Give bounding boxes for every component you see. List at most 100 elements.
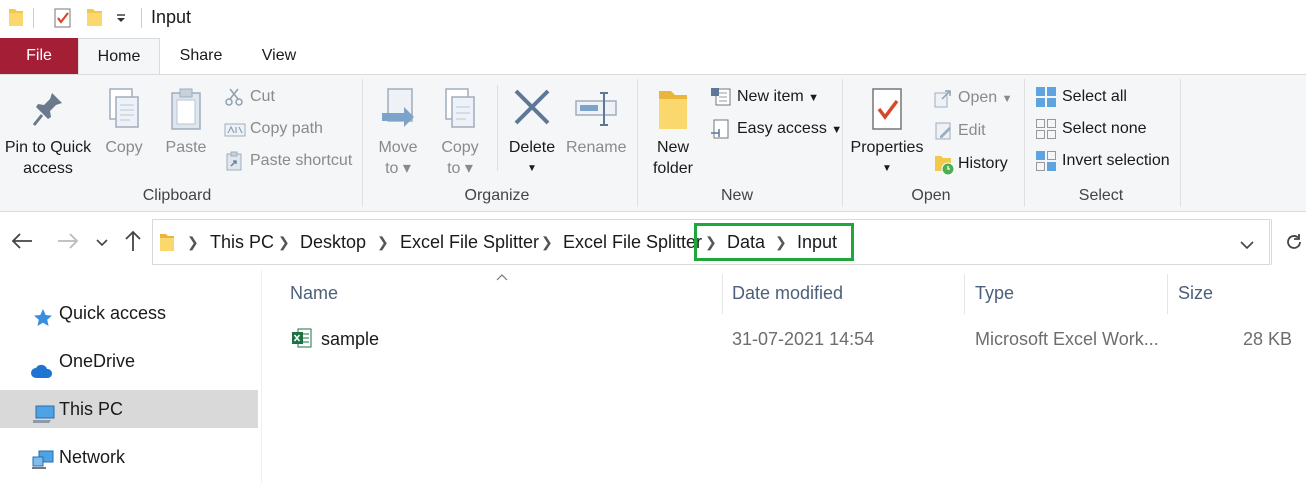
file-name[interactable]: sample	[321, 326, 379, 352]
ribbon: Pin to Quick access Copy Paste Cut Copy …	[0, 74, 1306, 212]
new-folder-quick-icon[interactable]	[86, 7, 104, 32]
network-icon	[31, 446, 55, 484]
divider	[497, 85, 498, 171]
up-arrow-icon[interactable]	[123, 229, 143, 258]
rename-button[interactable]: Rename	[566, 85, 626, 158]
pin-icon	[2, 89, 94, 137]
organize-group-label: Organize	[464, 187, 530, 204]
cloud-icon	[30, 354, 54, 392]
nav-this-pc[interactable]: This PC	[0, 390, 258, 428]
back-arrow-icon[interactable]	[10, 231, 34, 256]
breadcrumb-desktop[interactable]: Desktop	[300, 220, 366, 264]
move-to-button[interactable]: Move to ▾	[370, 85, 426, 179]
easy-access-icon	[710, 119, 730, 148]
table-row[interactable]: sample 31-07-2021 14:54 Microsoft Excel …	[262, 270, 1306, 370]
breadcrumb-input[interactable]: Input	[797, 220, 837, 264]
paste-shortcut-label: Paste shortcut	[250, 152, 353, 169]
folder-icon	[8, 7, 24, 32]
delete-x-icon	[506, 85, 558, 137]
breadcrumb-excel-file-splitter-2[interactable]: Excel File Splitter	[563, 220, 702, 264]
title-bar: Input	[0, 0, 1306, 38]
group-separator	[1180, 79, 1181, 207]
breadcrumb-chevron-icon[interactable]: ❯	[775, 220, 787, 264]
window-title: Input	[151, 7, 192, 27]
group-separator	[362, 79, 363, 207]
paste-shortcut-icon	[225, 151, 243, 180]
address-box[interactable]: ❯ This PC ❯ Desktop ❯ Excel File Splitte…	[152, 219, 1270, 265]
forward-arrow-icon[interactable]	[56, 231, 80, 256]
select-all-label: Select all	[1062, 88, 1127, 105]
copy-path-icon	[224, 121, 246, 147]
refresh-icon[interactable]	[1284, 232, 1304, 257]
new-folder-label-2: folder	[652, 160, 694, 177]
pin-label-1: Pin to Quick	[4, 139, 92, 156]
group-separator	[842, 79, 843, 207]
tab-view[interactable]: View	[240, 38, 318, 74]
move-to-icon	[370, 85, 426, 137]
delete-button[interactable]: Delete ▼	[506, 85, 558, 179]
edit-label: Edit	[958, 122, 986, 139]
nav-this-pc-label: This PC	[59, 399, 124, 419]
copy-button[interactable]: Copy	[98, 85, 150, 158]
tab-home[interactable]: Home	[78, 38, 160, 75]
copy-to-icon	[434, 85, 486, 137]
navigation-pane: Quick access OneDrive This PC Network	[0, 270, 262, 483]
clipboard-group-label: Clipboard	[142, 187, 212, 204]
rename-icon	[566, 85, 626, 137]
new-folder-label-1: New	[656, 139, 689, 156]
copy-to-label-2: to ▾	[447, 160, 473, 177]
select-none-label: Select none	[1062, 120, 1147, 137]
breadcrumb-chevron-icon[interactable]: ❯	[187, 220, 199, 264]
edit-icon	[934, 121, 954, 150]
file-date-modified: 31-07-2021 14:54	[732, 329, 875, 349]
invert-selection-icon	[1035, 150, 1057, 181]
file-type: Microsoft Excel Work...	[975, 329, 1159, 349]
computer-icon	[32, 399, 56, 437]
nav-onedrive-label: OneDrive	[59, 351, 136, 371]
properties-quick-icon[interactable]	[53, 7, 73, 34]
properties-button[interactable]: Properties ▼	[848, 85, 926, 179]
nav-onedrive[interactable]: OneDrive	[0, 342, 258, 380]
nav-quick-access[interactable]: Quick access	[0, 294, 258, 332]
file-size: 28 KB	[1242, 329, 1292, 349]
nav-network-label: Network	[59, 447, 126, 467]
tab-share[interactable]: Share	[162, 38, 240, 74]
breadcrumb-excel-file-splitter[interactable]: Excel File Splitter	[400, 220, 539, 264]
history-label: History	[958, 155, 1008, 172]
breadcrumb-chevron-icon[interactable]: ❯	[541, 220, 553, 264]
breadcrumb-chevron-icon[interactable]: ❯	[705, 220, 717, 264]
move-to-label-1: Move	[378, 139, 418, 156]
open-icon	[934, 88, 954, 117]
select-none-icon	[1035, 118, 1057, 149]
recent-locations-chevron-icon[interactable]	[95, 235, 109, 253]
scissors-icon	[224, 87, 244, 116]
new-item-icon	[710, 87, 732, 116]
paste-icon	[160, 85, 212, 137]
breadcrumb-data[interactable]: Data	[727, 220, 765, 264]
breadcrumb-chevron-icon[interactable]: ❯	[377, 220, 389, 264]
copy-to-label-1: Copy	[441, 139, 479, 156]
chevron-down-icon: ▼	[527, 163, 537, 174]
address-dropdown-chevron-icon[interactable]	[1239, 237, 1255, 255]
divider	[1271, 219, 1272, 265]
star-icon	[33, 303, 53, 341]
copy-to-button[interactable]: Copy to ▾	[434, 85, 486, 179]
chevron-down-icon: ▼	[882, 163, 892, 174]
group-separator	[637, 79, 638, 207]
new-item-label: New item ▼	[737, 88, 820, 105]
rename-label: Rename	[566, 139, 627, 156]
excel-file-icon	[291, 327, 313, 354]
tab-file[interactable]: File	[0, 38, 78, 74]
new-folder-button[interactable]: New folder	[646, 85, 700, 179]
folder-icon	[646, 85, 700, 137]
pin-quick-access-button[interactable]: Pin to Quick access	[2, 89, 94, 179]
paste-label: Paste	[165, 139, 207, 156]
breadcrumb-chevron-icon[interactable]: ❯	[278, 220, 290, 264]
paste-button[interactable]: Paste	[160, 85, 212, 158]
breadcrumb-this-pc[interactable]: This PC	[210, 220, 274, 264]
nav-network[interactable]: Network	[0, 438, 258, 476]
copy-icon	[98, 85, 150, 137]
properties-label: Properties	[850, 139, 924, 156]
copy-label: Copy	[105, 139, 143, 156]
customize-toolbar-icon[interactable]	[114, 10, 128, 29]
